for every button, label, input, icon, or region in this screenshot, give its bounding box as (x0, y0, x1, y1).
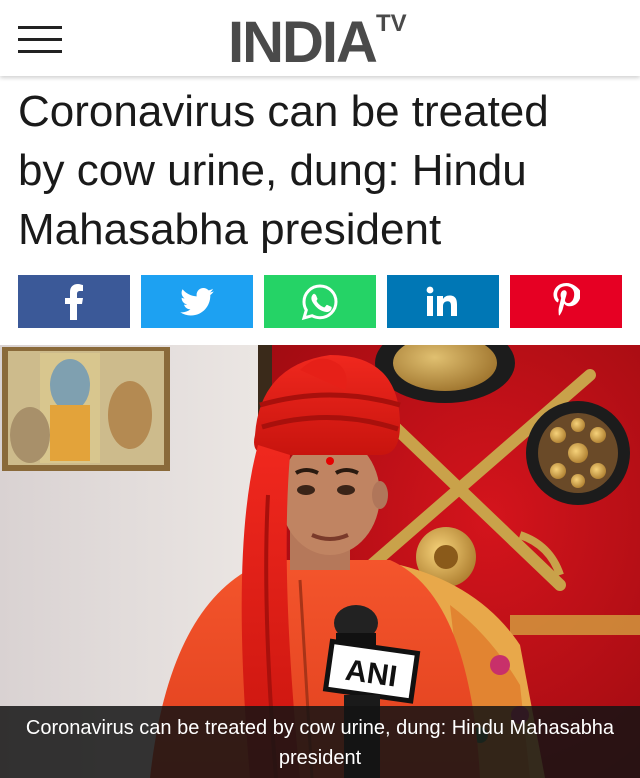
share-linkedin-button[interactable] (387, 275, 499, 328)
share-pinterest-button[interactable] (510, 275, 622, 328)
share-whatsapp-button[interactable] (264, 275, 376, 328)
headline-line-2: by cow urine, dung: Hindu (18, 146, 527, 195)
linkedin-icon (426, 286, 457, 316)
article-headline: Coronavirus can be treated by cow urine,… (18, 82, 622, 259)
logo-superscript: TV (376, 10, 407, 37)
site-header: INDIA TV (0, 0, 640, 76)
logo-text: INDIA (228, 10, 378, 75)
share-facebook-button[interactable] (18, 275, 130, 328)
headline-line-1: Coronavirus can be treated (18, 87, 549, 136)
share-twitter-button[interactable] (141, 275, 253, 328)
site-logo[interactable]: INDIA TV (228, 8, 428, 72)
article-photo: ANI Coronavirus can be treated by cow ur… (0, 345, 640, 778)
share-bar (18, 275, 622, 328)
twitter-icon (180, 287, 214, 315)
page: INDIA TV Coronavirus can be treated by c… (0, 0, 640, 778)
whatsapp-icon (301, 283, 338, 320)
facebook-icon (65, 283, 83, 320)
photo-caption: Coronavirus can be treated by cow urine,… (0, 706, 640, 778)
headline-line-3: Mahasabha president (18, 205, 442, 254)
hamburger-menu-icon[interactable] (18, 26, 62, 54)
pinterest-icon (553, 282, 580, 315)
